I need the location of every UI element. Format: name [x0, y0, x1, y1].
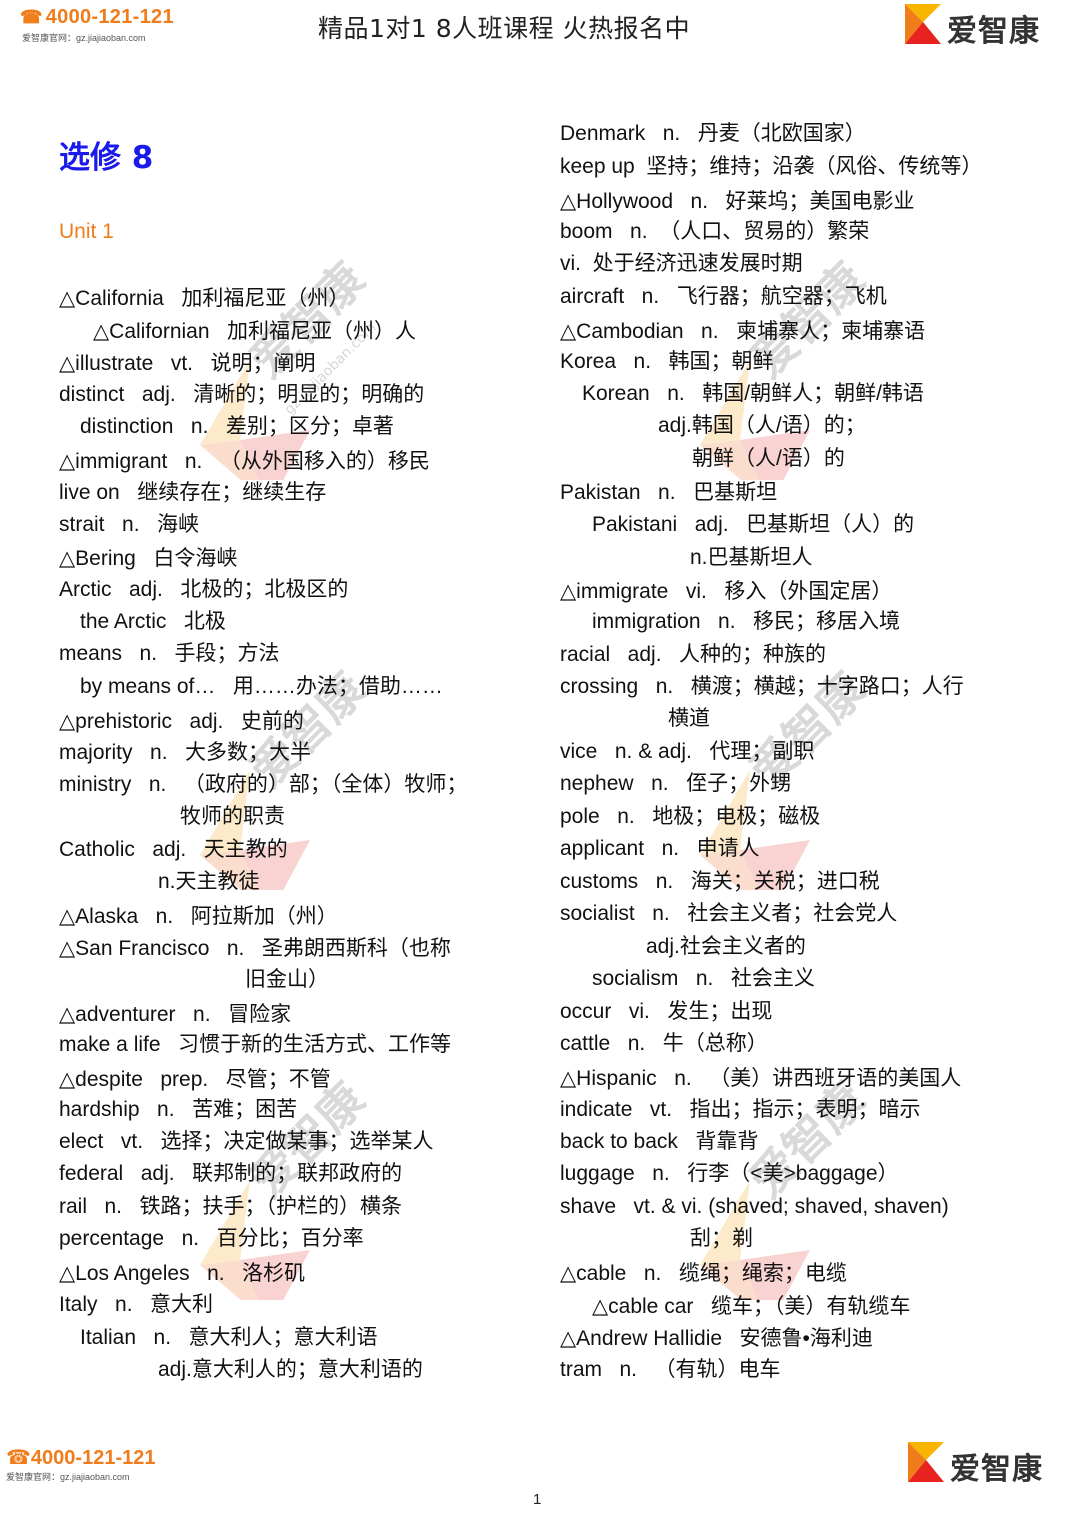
vocabulary-entry: Pakistani adj. 巴基斯坦（人）的	[592, 513, 915, 536]
vocabulary-entry: distinction n. 差别；区分；卓著	[80, 415, 394, 438]
header-phone: ☎ 4000-121-121	[20, 6, 174, 29]
brand-logo-mark-icon	[908, 1442, 944, 1482]
page-title: 选修 8	[59, 140, 154, 176]
vocabulary-entry: nephew n. 侄子；外甥	[560, 772, 792, 795]
vocabulary-entry: adj.韩国（人/语）的；	[658, 414, 866, 437]
vocabulary-entry: crossing n. 横渡；横越；十字路口；人行	[560, 675, 964, 698]
vocabulary-entry: △despite prep. 尽管；不管	[59, 1068, 331, 1091]
vocabulary-entry: Italy n. 意大利	[59, 1293, 214, 1316]
vocabulary-entry: luggage n. 行李（<美>baggage）	[560, 1162, 899, 1185]
vocabulary-entry: △illustrate vt. 说明；阐明	[59, 352, 316, 375]
vocabulary-entry: 刮；剃	[690, 1227, 753, 1250]
vocabulary-entry: back to back 背靠背	[560, 1130, 759, 1153]
phone-icon: ☎	[20, 7, 43, 27]
vocabulary-entry: ministry n. （政府的）部；（全体）牧师；	[59, 773, 468, 796]
vocabulary-entry: △San Francisco n. 圣弗朗西斯科（也称	[59, 937, 451, 960]
vocabulary-entry: immigration n. 移民；移居入境	[592, 610, 901, 633]
vocabulary-entry: majority n. 大多数；大半	[59, 741, 312, 764]
vocabulary-entry: Korean n. 韩国/朝鲜人；朝鲜/韩语	[582, 382, 924, 405]
brand-logo-top: 爱智康	[905, 4, 1055, 49]
vocabulary-entry: △immigrant n. （从外国移入的）移民	[59, 450, 430, 473]
vocabulary-entry: △Los Angeles n. 洛杉矶	[59, 1262, 306, 1285]
vocabulary-entry: 牧师的职责	[180, 805, 285, 828]
vocabulary-entry: 朝鲜（人/语）的	[692, 447, 845, 470]
footer-phone: ☎4000-121-121	[6, 1445, 155, 1470]
vocabulary-entry: hardship n. 苦难；困苦	[59, 1098, 298, 1121]
vocabulary-entry: keep up 坚持；维持；沿袭（风俗、传统等）	[560, 155, 983, 178]
vocabulary-entry: △adventurer n. 冒险家	[59, 1003, 292, 1026]
vocabulary-entry: △California 加利福尼亚（州）	[59, 287, 350, 310]
vocabulary-entry: the Arctic 北极	[80, 610, 226, 633]
vocabulary-entry: Denmark n. 丹麦（北欧国家）	[560, 122, 866, 145]
vocabulary-entry: △Andrew Hallidie 安德鲁•海利迪	[560, 1327, 873, 1350]
vocabulary-entry: △cable n. 缆绳；绳索；电缆	[560, 1262, 847, 1285]
vocabulary-entry: Catholic adj. 天主教的	[59, 838, 288, 861]
vocabulary-entry: pole n. 地极；电极；磁极	[560, 805, 821, 828]
vocabulary-entry: cattle n. 牛（总称）	[560, 1032, 768, 1055]
vocabulary-entry: boom n. （人口、贸易的）繁荣	[560, 220, 870, 243]
vocabulary-entry: aircraft n. 飞行器；航空器；飞机	[560, 285, 887, 308]
brand-name: 爱智康	[950, 1452, 1043, 1487]
vocabulary-entry: Pakistan n. 巴基斯坦	[560, 481, 778, 504]
vocabulary-entry: rail n. 铁路；扶手；（护栏的）横条	[59, 1195, 403, 1218]
unit-heading: Unit 1	[59, 220, 114, 243]
vocabulary-entry: △Bering 白令海峡	[59, 547, 238, 570]
brand-logo-bottom: 爱智康	[908, 1442, 1058, 1487]
vocabulary-entry: n.天主教徒	[158, 870, 260, 893]
vocabulary-entry: socialist n. 社会主义者；社会党人	[560, 902, 898, 925]
vocabulary-entry: customs n. 海关；关税；进口税	[560, 870, 880, 893]
vocabulary-entry: adj.社会主义者的	[646, 935, 806, 958]
vocabulary-entry: applicant n. 申请人	[560, 837, 760, 860]
vocabulary-entry: socialism n. 社会主义	[592, 967, 815, 990]
vocabulary-entry: △Alaska n. 阿拉斯加（州）	[59, 905, 338, 928]
vocabulary-entry: Arctic adj. 北极的；北极区的	[59, 578, 349, 601]
vocabulary-entry: △Hollywood n. 好莱坞；美国电影业	[560, 190, 915, 213]
header-website: 爱智康官网：gz.jiajiaoban.com	[22, 33, 146, 43]
vocabulary-entry: racial adj. 人种的；种族的	[560, 643, 827, 666]
vocabulary-entry: n.巴基斯坦人	[690, 546, 813, 569]
vocabulary-entry: △immigrate vi. 移入（外国定居）	[560, 580, 893, 603]
vocabulary-entry: tram n. （有轨）电车	[560, 1358, 781, 1381]
phone-icon: ☎	[6, 1447, 31, 1469]
vocabulary-entry: △cable car 缆车；（美）有轨缆车	[592, 1295, 911, 1318]
vocabulary-entry: Italian n. 意大利人；意大利语	[80, 1326, 378, 1349]
vocabulary-entry: elect vt. 选择；决定做某事；选举某人	[59, 1130, 434, 1153]
footer-website: 爱智康官网：gz.jiajiaoban.com	[6, 1472, 130, 1482]
vocabulary-entry: federal adj. 联邦制的；联邦政府的	[59, 1162, 403, 1185]
vocabulary-entry: Korea n. 韩国；朝鲜	[560, 350, 774, 373]
vocabulary-entry: make a life 习惯于新的生活方式、工作等	[59, 1033, 452, 1056]
vocabulary-entry: shave vt. & vi. (shaved; shaved, shaven)	[560, 1195, 949, 1218]
page-number: 1	[533, 1491, 542, 1508]
vocabulary-entry: distinct adj. 清晰的；明显的；明确的	[59, 383, 425, 406]
vocabulary-entry: △Cambodian n. 柬埔寨人；柬埔寨语	[560, 320, 926, 343]
vocabulary-entry: means n. 手段；方法	[59, 642, 280, 665]
header-phone-number: 4000-121-121	[45, 6, 174, 28]
vocabulary-entry: percentage n. 百分比；百分率	[59, 1227, 364, 1250]
vocabulary-entry: △Hispanic n. （美）讲西班牙语的美国人	[560, 1067, 962, 1090]
vocabulary-entry: △Californian 加利福尼亚（州）人	[93, 320, 417, 343]
vocabulary-entry: strait n. 海峡	[59, 513, 200, 536]
vocabulary-entry: by means of… 用……办法；借助……	[80, 675, 443, 698]
vocabulary-entry: adj.意大利人的；意大利语的	[158, 1358, 423, 1381]
vocabulary-entry: 横道	[668, 707, 710, 730]
vocabulary-entry: △prehistoric adj. 史前的	[59, 710, 304, 733]
footer-phone-number: 4000-121-121	[30, 1447, 156, 1469]
brand-name: 爱智康	[947, 14, 1040, 49]
svg-text:爱智康: 爱智康	[740, 1072, 876, 1208]
vocabulary-entry: indicate vt. 指出；指示；表明；暗示	[560, 1098, 921, 1121]
vocabulary-entry: vi. 处于经济迅速发展时期	[560, 252, 803, 275]
vocabulary-entry: vice n. & adj. 代理；副职	[560, 740, 815, 763]
header-slogan: 精品1对1 8人班课程 火热报名中	[318, 14, 691, 43]
vocabulary-entry: 旧金山）	[245, 968, 329, 991]
brand-logo-mark-icon	[905, 4, 941, 44]
vocabulary-entry: occur vi. 发生；出现	[560, 1000, 773, 1023]
vocabulary-entry: live on 继续存在；继续生存	[59, 481, 327, 504]
